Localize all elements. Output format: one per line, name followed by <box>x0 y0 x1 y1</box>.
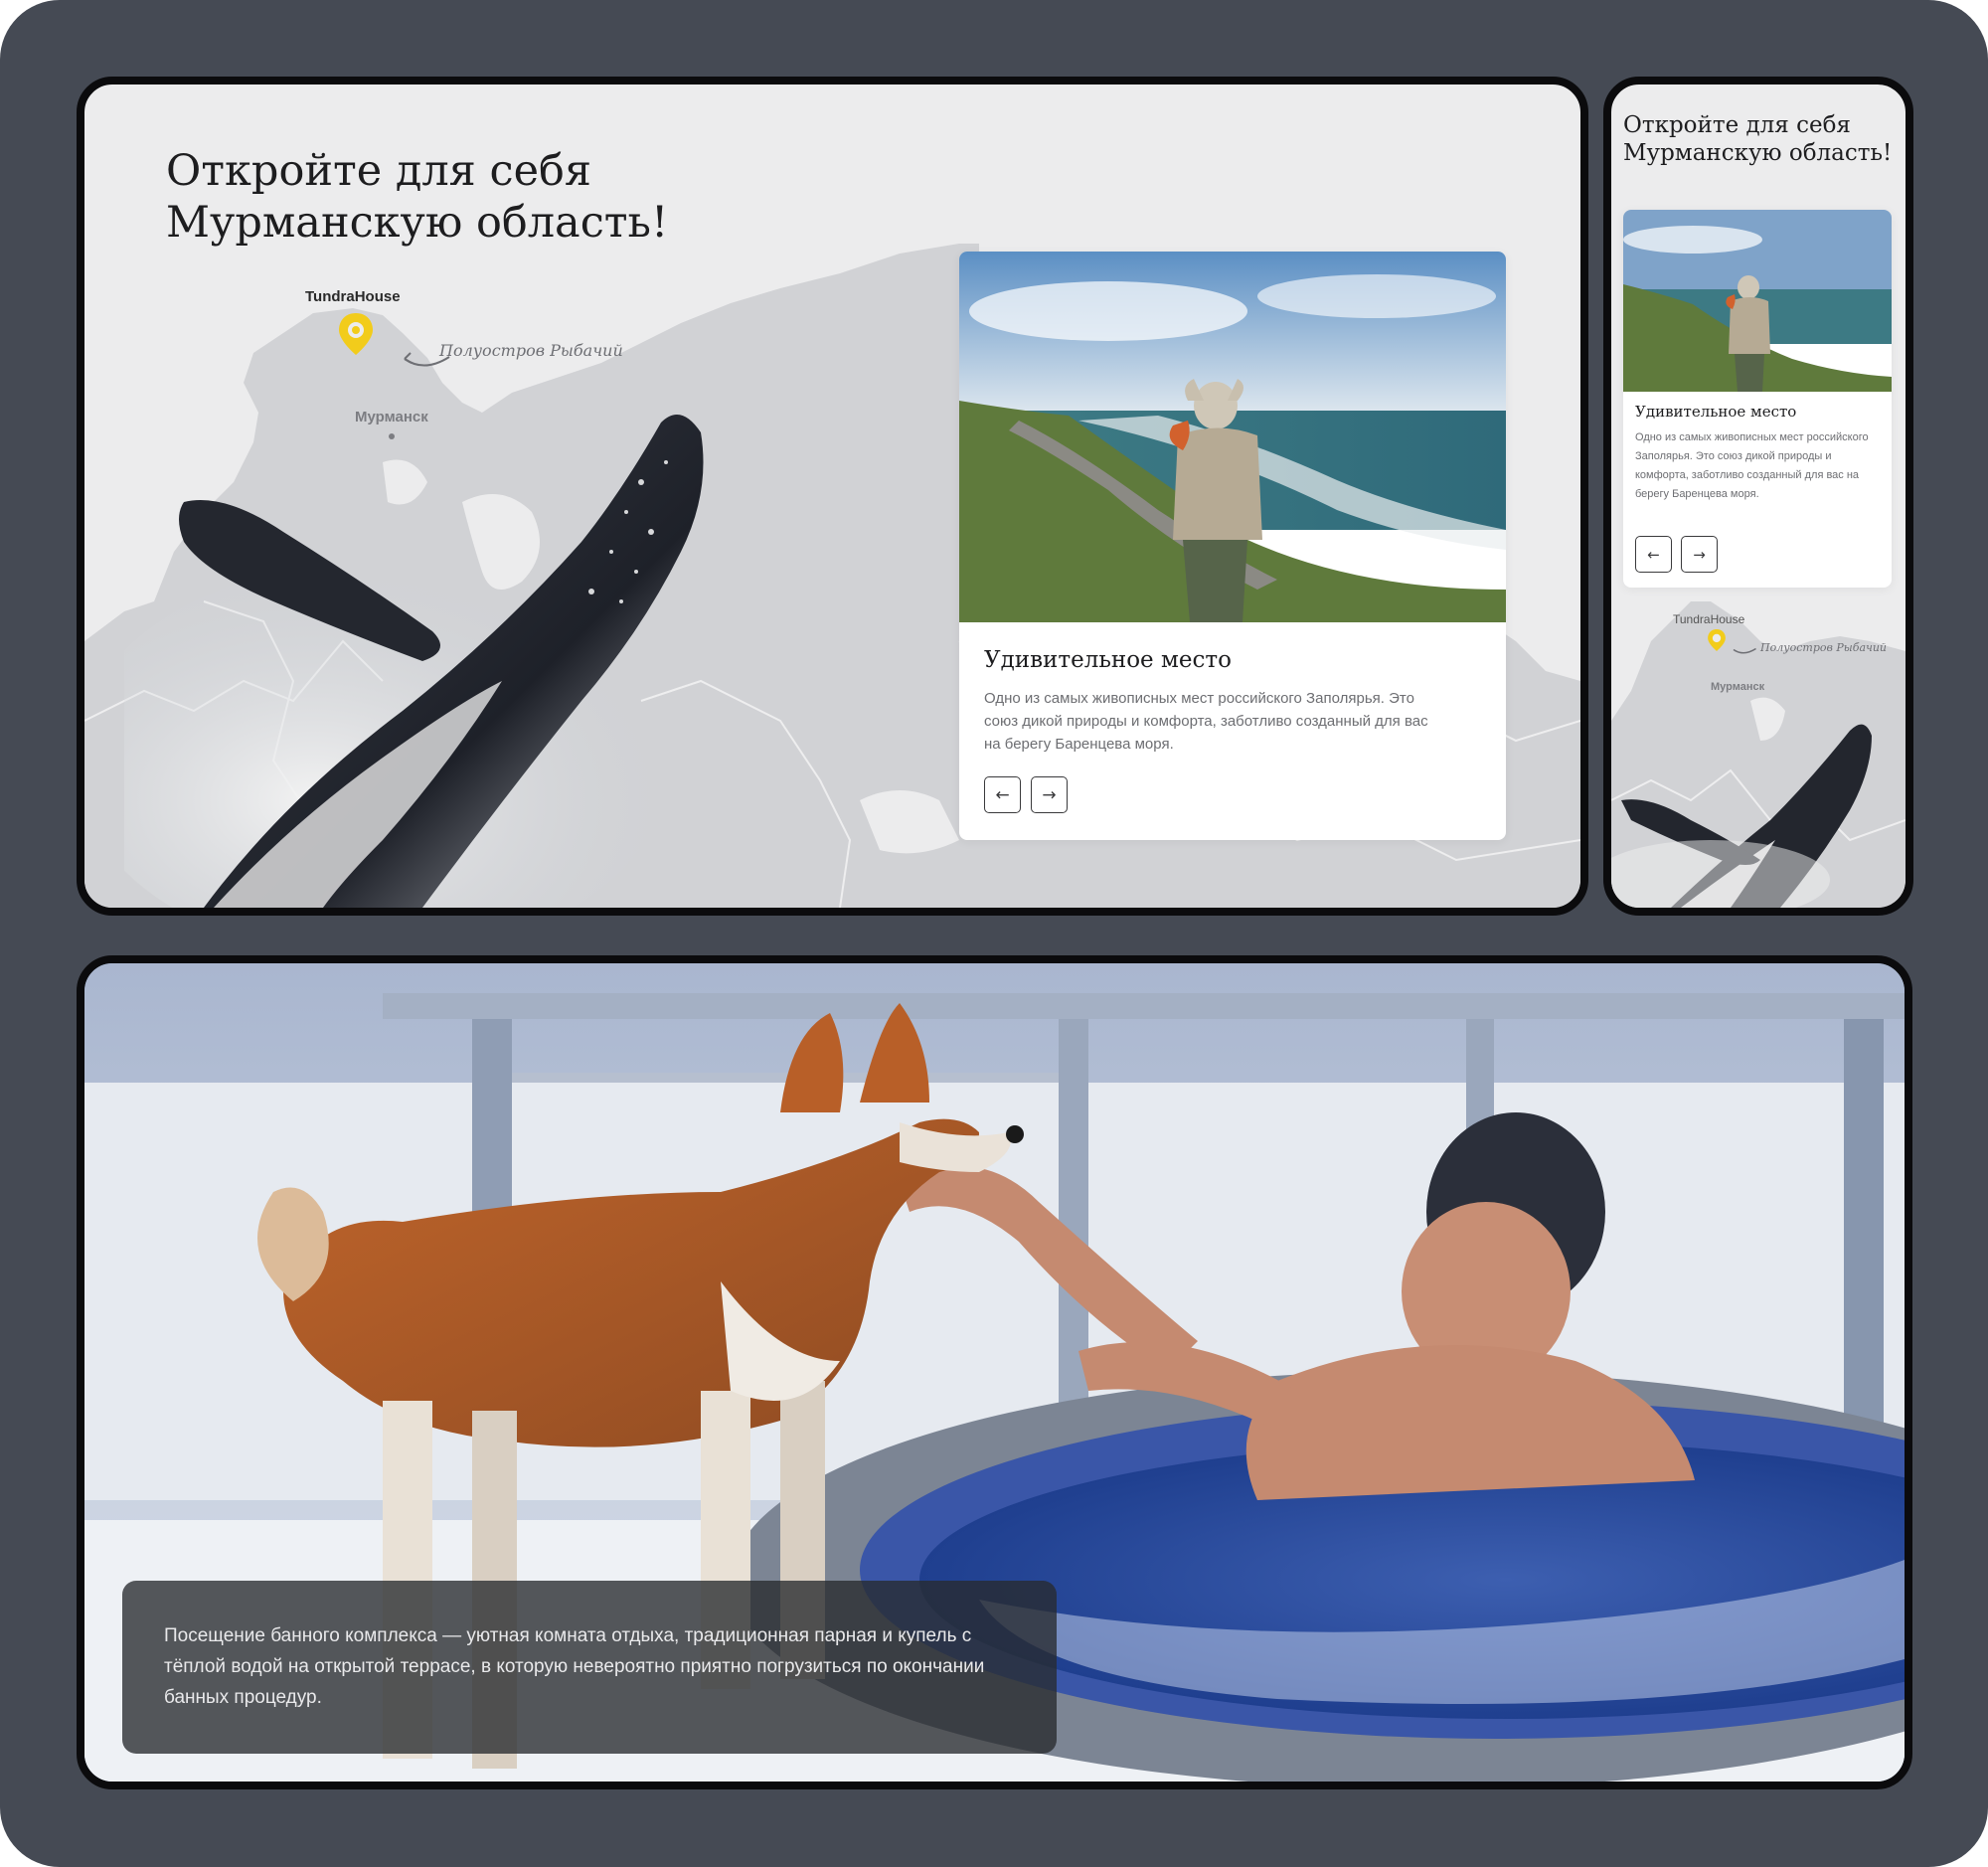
place-card-title: Удивительное место <box>1635 403 1797 421</box>
place-card-photo <box>1623 210 1892 392</box>
headline-line-1: Откройте для себя <box>1623 112 1851 138</box>
place-card-text: Одно из самых живописных мест российског… <box>984 690 1428 753</box>
handwritten-note: Полуостров Рыбачий <box>1760 641 1888 654</box>
whale-image <box>124 415 704 908</box>
map-pin-label: TundraHouse <box>1673 612 1745 626</box>
place-card-photo <box>959 252 1506 622</box>
presentation-board: Откройте для себя Мурманскую область! Tu… <box>0 0 1988 1867</box>
prev-slide-button[interactable]: ← <box>1635 536 1672 573</box>
place-card-text: Одно из самых живописных мест российског… <box>1635 431 1869 500</box>
headline-line-2: Мурманскую область! <box>1623 139 1893 166</box>
sauna-caption-box: Посещение банного комплекса — уютная ком… <box>122 1581 1057 1754</box>
mobile-mockup: Откройте для себя Мурманскую область! Уд… <box>1603 77 1913 916</box>
map-pin-label: TundraHouse <box>305 288 401 305</box>
map-pin-icon[interactable] <box>335 311 377 357</box>
headline-line-1: Откройте для себя <box>166 146 592 196</box>
whale-image <box>1611 724 1872 908</box>
handwritten-note: Полуостров Рыбачий <box>439 341 623 360</box>
place-card: Удивительное место Одно из самых живопис… <box>959 252 1506 840</box>
headline-line-2: Мурманскую область! <box>166 197 669 248</box>
arrow-left-icon: ← <box>1647 545 1660 564</box>
sauna-caption-text: Посещение банного комплекса — уютная ком… <box>164 1625 985 1708</box>
page-headline: Откройте для себя Мурманскую область! <box>166 146 723 249</box>
city-label: Мурманск <box>1711 681 1765 693</box>
place-card-mobile: Удивительное место Одно из самых живопис… <box>1623 210 1892 588</box>
arrow-left-icon: ← <box>995 784 1010 805</box>
next-slide-button[interactable]: → <box>1681 536 1718 573</box>
arrow-right-icon: → <box>1693 545 1706 564</box>
map-pin-icon[interactable] <box>1706 628 1728 652</box>
desktop-mockup: Откройте для себя Мурманскую область! Tu… <box>77 77 1588 916</box>
place-card-title: Удивительное место <box>984 647 1232 673</box>
page-headline-mobile: Откройте для себя Мурманскую область! <box>1623 112 1902 167</box>
next-slide-button[interactable]: → <box>1031 776 1068 813</box>
prev-slide-button[interactable]: ← <box>984 776 1021 813</box>
arrow-right-icon: → <box>1042 784 1057 805</box>
sauna-photo-frame: Посещение банного комплекса — уютная ком… <box>77 955 1912 1789</box>
curved-arrow-icon <box>1733 647 1756 654</box>
